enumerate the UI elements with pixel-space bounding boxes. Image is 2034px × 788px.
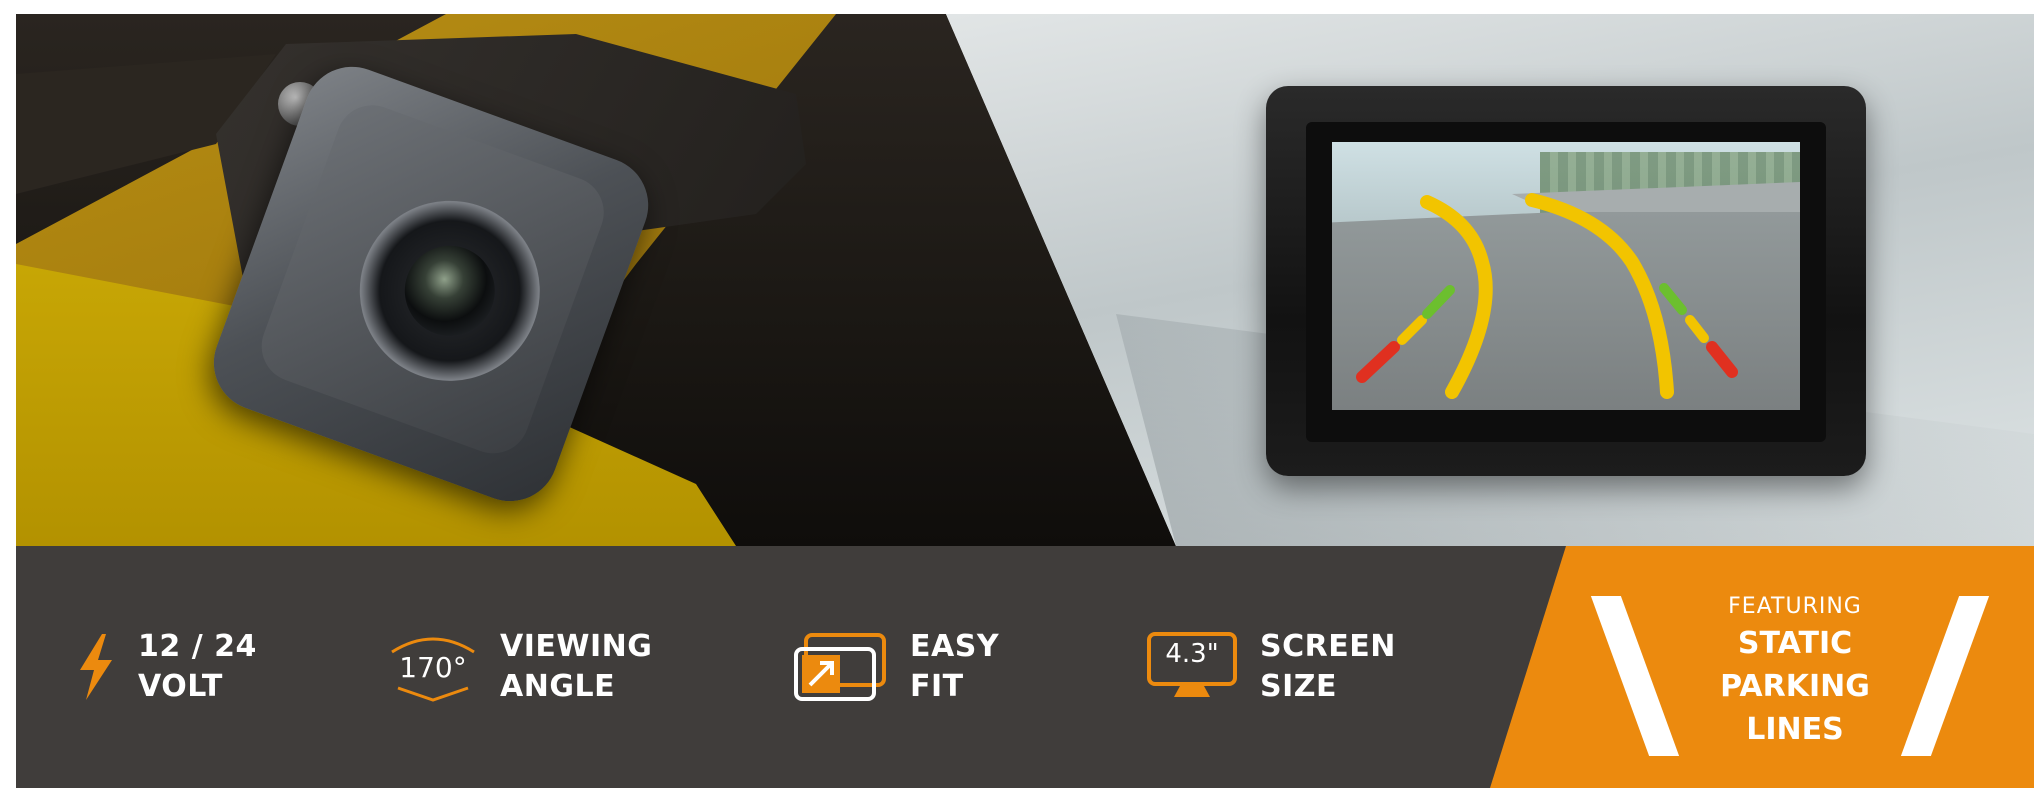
camera-face (251, 95, 614, 464)
right-red-mark (1706, 341, 1738, 378)
lightning-icon (76, 634, 116, 700)
viewing-angle-icon: 170° (388, 632, 478, 702)
screen-size-value: 4.3" (1165, 639, 1219, 669)
feature-viewing-angle-label: VIEWING ANGLE (500, 627, 652, 707)
feature-viewing-angle: 170° VIEWING ANGLE (388, 546, 652, 788)
badge-line-parking: PARKING (1720, 669, 1870, 704)
feature-easy-fit-label: EASY FIT (910, 627, 999, 707)
feature-voltage-line2: VOLT (138, 669, 223, 704)
easy-fit-icon-svg (794, 633, 886, 701)
lightning-icon-svg (80, 634, 112, 700)
featuring-badge: FEATURING STATIC PARKING LINES (1490, 546, 2034, 788)
feature-easy-fit-line1: EASY (910, 629, 1000, 664)
left-red-mark (1356, 341, 1400, 383)
badge-featuring: FEATURING (1728, 594, 1862, 619)
monitor (1266, 86, 1866, 486)
feature-viewing-angle-line1: VIEWING (500, 629, 653, 664)
camera-lens (334, 175, 566, 407)
monitor-screen (1332, 142, 1800, 410)
feature-voltage: 12 / 24 VOLT (76, 546, 257, 788)
viewing-angle-value: 170° (399, 650, 467, 684)
badge-line-static: STATIC (1737, 626, 1853, 661)
feature-easy-fit: EASY FIT (792, 546, 999, 788)
feature-bar: 12 / 24 VOLT 170° VIEWING ANGLE EASY FIT… (16, 546, 1566, 788)
badge-text: FEATURING STATIC PARKING LINES (1700, 592, 1890, 751)
screen-size-icon: 4.3" (1146, 631, 1238, 703)
parking-lines-overlay (1356, 193, 1738, 399)
left-guide-line (1420, 195, 1493, 399)
feature-viewing-angle-line2: ANGLE (500, 669, 616, 704)
right-green-mark (1659, 283, 1687, 315)
right-yellow-mark (1685, 315, 1709, 343)
feature-screen-size-line1: SCREEN (1260, 629, 1396, 664)
feature-screen-size-label: SCREEN SIZE (1260, 627, 1396, 707)
slash-left (1590, 596, 1680, 756)
hero-image (16, 14, 2034, 546)
right-guide-line (1525, 193, 1674, 399)
left-green-mark (1422, 285, 1455, 319)
feature-easy-fit-line2: FIT (910, 669, 964, 704)
slash-right (1900, 596, 1990, 756)
feature-voltage-label: 12 / 24 VOLT (138, 627, 257, 707)
camera-lens-glass (392, 233, 508, 349)
product-banner: 12 / 24 VOLT 170° VIEWING ANGLE EASY FIT… (16, 14, 2034, 788)
left-yellow-mark (1397, 315, 1427, 345)
feature-screen-size: 4.3" SCREEN SIZE (1146, 546, 1396, 788)
badge-line-lines: LINES (1746, 712, 1844, 747)
feature-voltage-line1: 12 / 24 (138, 629, 257, 664)
feature-screen-size-line2: SIZE (1260, 669, 1338, 704)
easy-fit-icon (792, 631, 888, 703)
